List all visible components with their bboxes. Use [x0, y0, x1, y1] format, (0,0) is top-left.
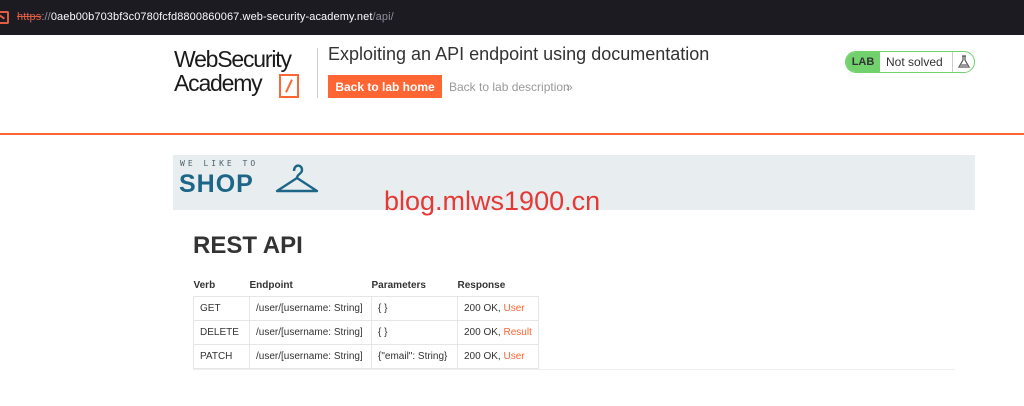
cell-response: 200 OK, Result — [457, 319, 539, 345]
header-divider — [317, 48, 318, 98]
cell-parameters: { } — [371, 319, 458, 345]
cell-response: 200 OK, User — [457, 295, 539, 321]
watermark-text: blog.mlws1900.cn — [384, 186, 601, 216]
cell-verb: DELETE — [193, 319, 250, 345]
url-separator: :// — [41, 11, 51, 23]
chevron-right-icon: » — [566, 80, 573, 94]
url-scheme: https — [17, 11, 42, 23]
response-status: 200 OK, — [464, 326, 501, 338]
table-row: PATCH /user/[username: String] {"email":… — [193, 343, 539, 369]
table-header-row: Verb Endpoint Parameters Response — [194, 275, 539, 296]
cell-verb: GET — [193, 295, 250, 321]
cell-response: 200 OK, User — [457, 343, 539, 369]
table-row: GET /user/[username: String] { } 200 OK,… — [193, 295, 539, 321]
column-header-endpoint: Endpoint — [249, 279, 293, 291]
lab-status-widget: LAB Not solved — [845, 51, 975, 73]
cell-endpoint: /user/[username: String] — [249, 343, 372, 369]
back-to-lab-home-button[interactable]: Back to lab home — [328, 75, 442, 98]
column-header-verb: Verb — [193, 279, 216, 291]
shop-tagline: WE LIKE TO — [180, 159, 259, 168]
back-to-lab-description-link[interactable]: Back to lab description — [449, 80, 570, 94]
cell-parameters: {"email": String} — [371, 343, 458, 369]
flask-icon — [952, 52, 974, 72]
response-status: 200 OK, — [464, 302, 501, 314]
response-link-user[interactable]: User — [503, 351, 524, 362]
lab-title: Exploiting an API endpoint using documen… — [328, 44, 710, 64]
hanger-icon — [274, 161, 320, 200]
shop-name: SHOP — [179, 170, 254, 198]
insecure-lock-icon[interactable] — [0, 11, 9, 24]
lab-status-text: Not solved — [886, 55, 943, 69]
url-host: 0aeb00b703bf3c0780fcfd8800860067.web-sec… — [50, 11, 373, 23]
cell-endpoint: /user/[username: String] — [249, 295, 372, 321]
cell-verb: PATCH — [193, 343, 250, 369]
logo-mark-icon — [279, 74, 299, 98]
response-link-user[interactable]: User — [503, 303, 524, 314]
response-link-result[interactable]: Result — [503, 327, 531, 338]
table-row: DELETE /user/[username: String] { } 200 … — [193, 319, 539, 345]
url-path: /api/ — [372, 11, 394, 23]
content-divider — [193, 369, 955, 370]
column-header-response: Response — [457, 279, 506, 291]
logo-line-1: WebSecurity — [174, 46, 292, 72]
lab-badge: LAB — [846, 52, 880, 72]
response-status: 200 OK, — [464, 350, 501, 362]
cell-endpoint: /user/[username: String] — [249, 319, 372, 345]
header-rule — [0, 133, 1024, 135]
page-title: REST API — [193, 232, 303, 259]
column-header-parameters: Parameters — [371, 279, 426, 291]
url-bar[interactable]: https://0aeb00b703bf3c0780fcfd8800860067… — [0, 0, 1024, 35]
cell-parameters: { } — [371, 295, 458, 321]
api-table: Verb Endpoint Parameters Response GET /u… — [193, 275, 539, 369]
url-text[interactable]: https://0aeb00b703bf3c0780fcfd8800860067… — [17, 11, 394, 23]
